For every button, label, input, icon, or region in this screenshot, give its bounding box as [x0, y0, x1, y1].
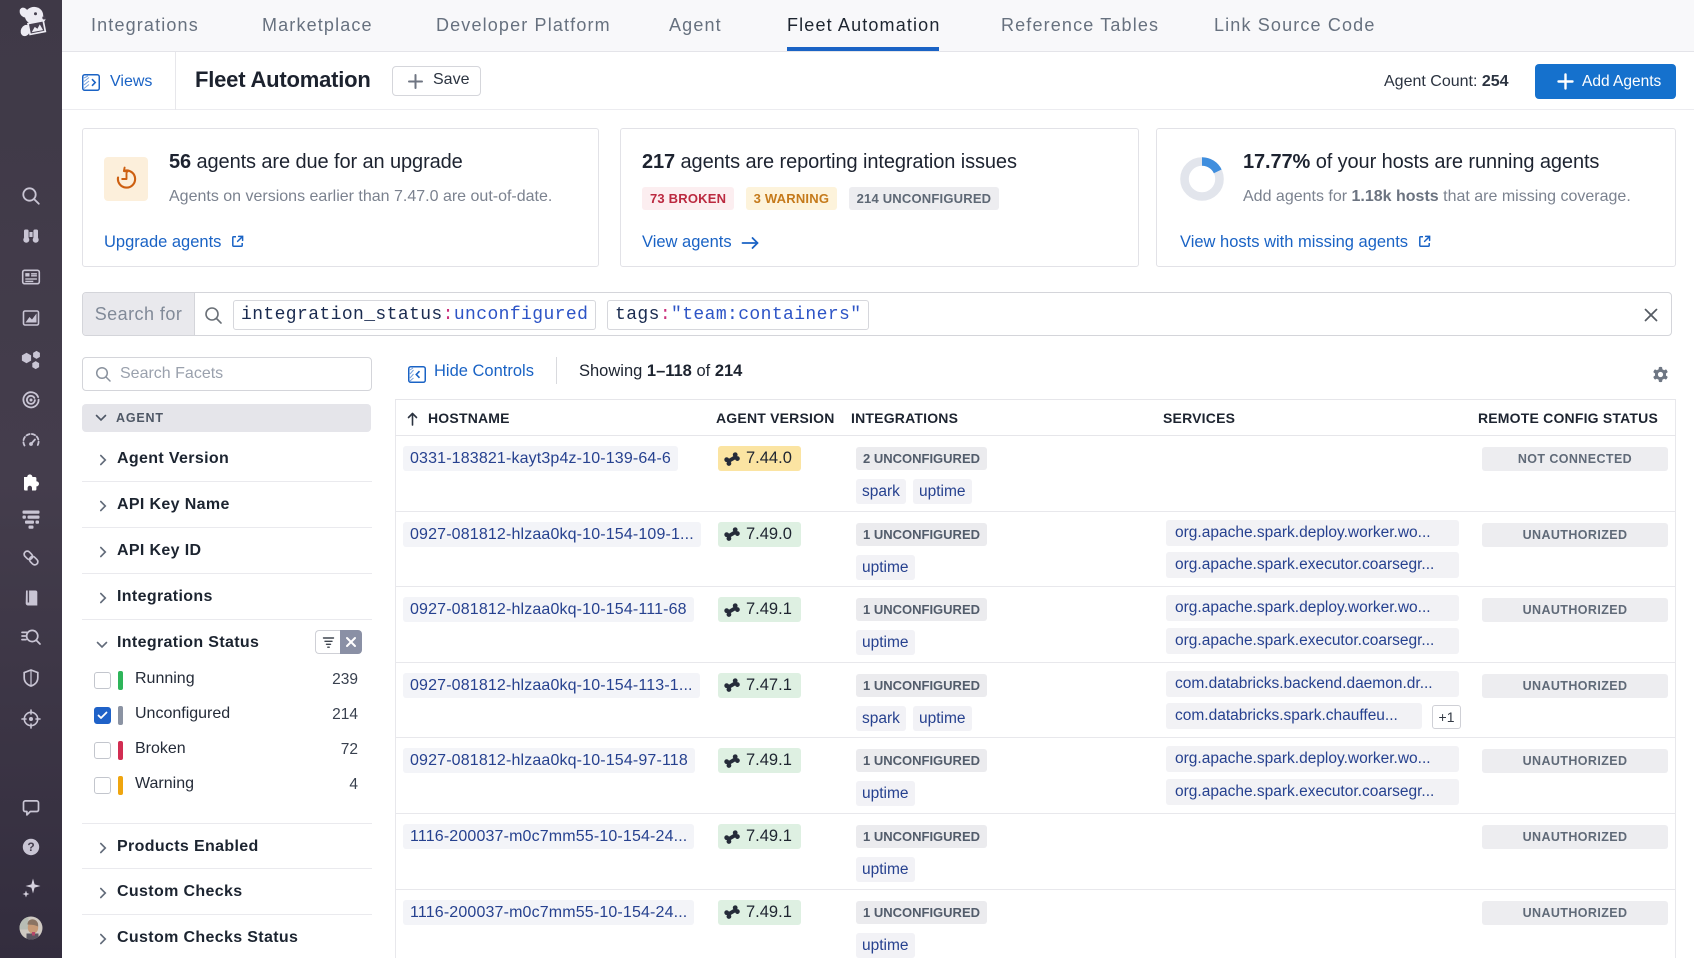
svg-text:?: ?: [27, 840, 34, 854]
